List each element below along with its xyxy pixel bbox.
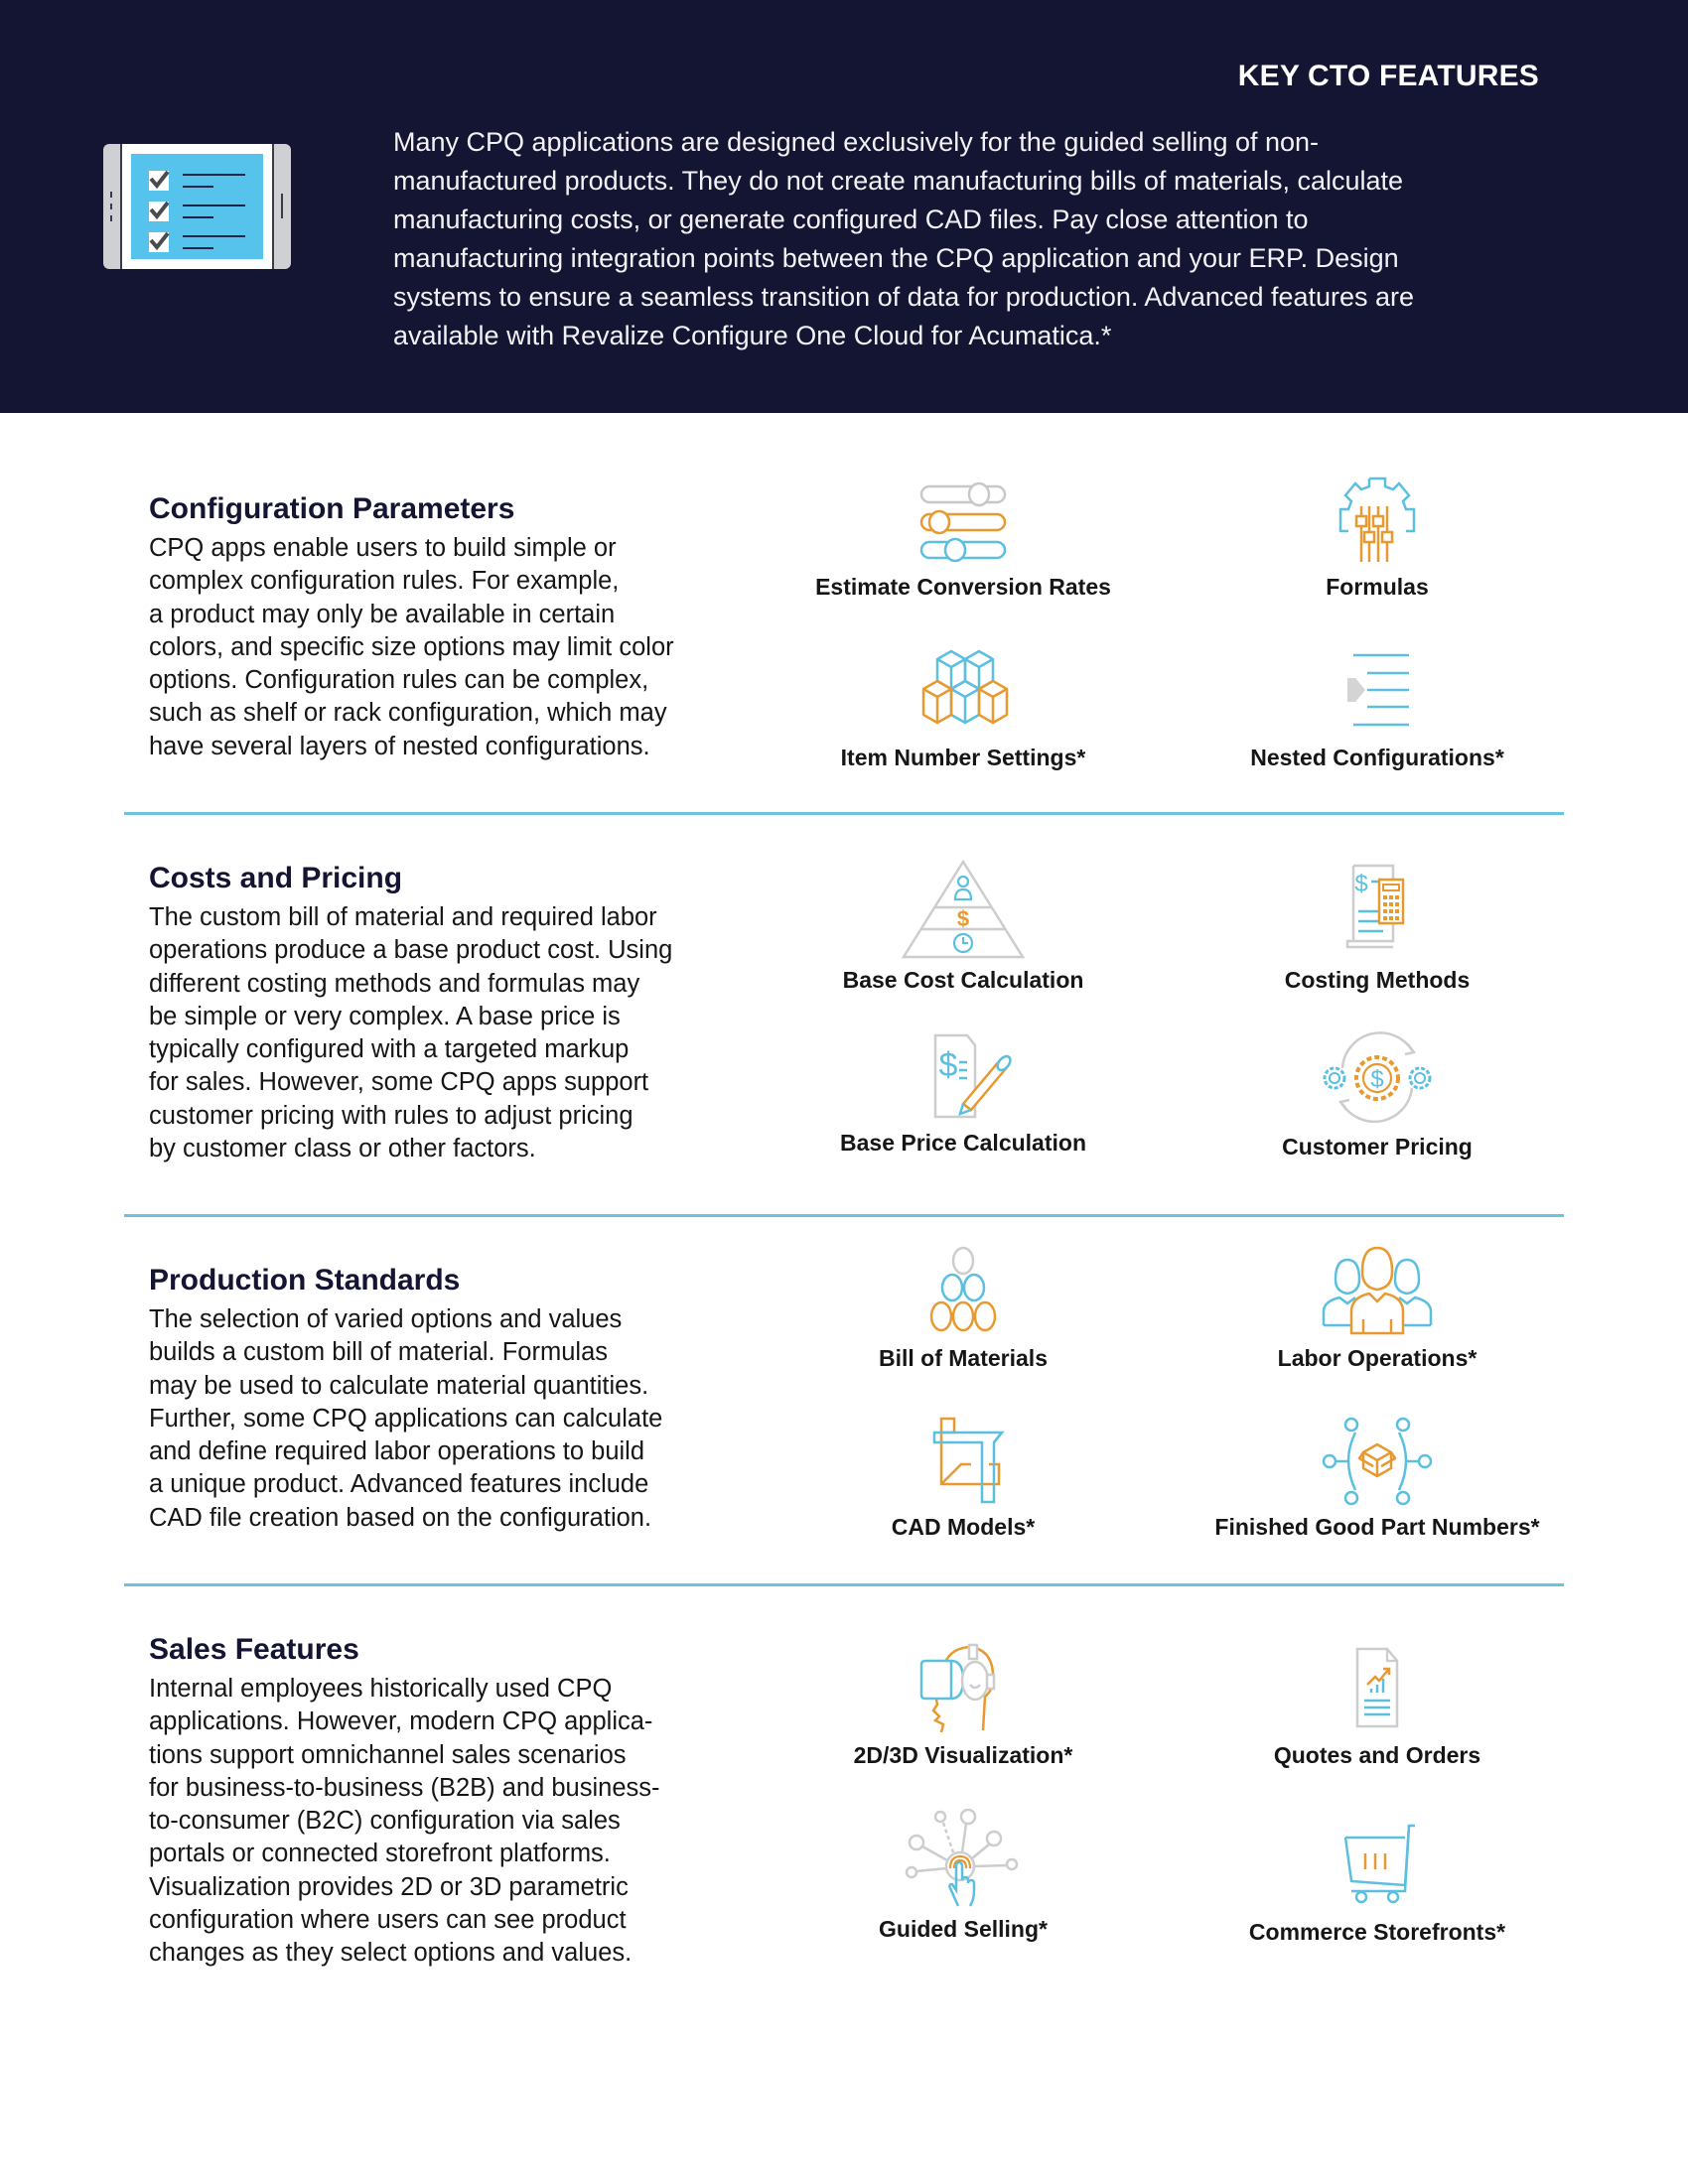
svg-text:$: $	[1354, 871, 1367, 897]
section-title: Production Standards	[149, 1264, 461, 1297]
feature-label: Bill of Materials	[879, 1345, 1048, 1371]
stacked-circles-icon	[929, 1246, 997, 1332]
feature-costing-methods: $ Costing Methods	[1169, 860, 1586, 994]
cad-shapes-icon	[932, 1417, 1005, 1504]
section-divider	[124, 1214, 1564, 1217]
document-pencil-icon: $	[933, 1033, 1012, 1119]
feature-label: Formulas	[1326, 574, 1429, 600]
feature-cad-models: CAD Models*	[755, 1417, 1172, 1541]
intro-paragraph: Many CPQ applications are designed exclu…	[393, 127, 1415, 350]
section-divider	[124, 812, 1564, 815]
vr-headset-icon	[919, 1643, 996, 1733]
feature-label: Item Number Settings*	[840, 745, 1086, 770]
feature-nested-configurations: Nested Configurations*	[1169, 647, 1586, 771]
feature-finished-good-part-numbers: Finished Good Part Numbers*	[1169, 1417, 1586, 1541]
people-group-icon	[1322, 1246, 1433, 1335]
feature-labor-operations: Labor Operations*	[1169, 1246, 1586, 1372]
tablet-checklist-icon	[103, 144, 291, 269]
feature-bill-of-materials: Bill of Materials	[755, 1246, 1172, 1372]
feature-commerce-storefronts: Commerce Storefronts*	[1169, 1822, 1586, 1946]
header-banner: KEY CTO FEATURES Many CPQ applications a…	[0, 0, 1688, 413]
calculator-document-icon: $	[1345, 864, 1405, 949]
feature-label: Commerce Storefronts*	[1248, 1919, 1506, 1945]
section-production-standards: Production Standards The selection of va…	[149, 1262, 705, 1535]
feature-label: CAD Models*	[891, 1514, 1036, 1540]
feature-label: Guided Selling*	[879, 1916, 1048, 1942]
feature-label: Customer Pricing	[1282, 1134, 1473, 1160]
section-body: Internal employees historically used CPQ…	[149, 1675, 660, 1968]
box-network-icon	[1322, 1417, 1433, 1506]
feature-quotes-and-orders: Quotes and Orders	[1169, 1643, 1586, 1769]
feature-label: 2D/3D Visualization*	[853, 1742, 1073, 1768]
feature-estimate-conversion-rates: Estimate Conversion Rates	[755, 477, 1172, 601]
svg-text:$: $	[1370, 1066, 1383, 1093]
feature-label: Base Price Calculation	[840, 1130, 1086, 1156]
feature-base-price-calculation: $ Base Price Calculation	[755, 1032, 1172, 1157]
gears-dollar-icon: $	[1323, 1031, 1432, 1124]
feature-label: Base Cost Calculation	[842, 967, 1084, 993]
shopping-cart-icon	[1343, 1824, 1415, 1904]
report-document-icon	[1355, 1647, 1399, 1728]
feature-guided-selling: Guided Selling*	[755, 1809, 1172, 1943]
indent-list-icon	[1347, 653, 1409, 727]
feature-label: Costing Methods	[1284, 967, 1471, 993]
feature-base-cost-calculation: $ Base Cost Calculation	[755, 860, 1172, 994]
section-title: Costs and Pricing	[149, 862, 403, 894]
section-body: The custom bill of material and required…	[149, 903, 673, 1163]
touch-network-icon	[905, 1809, 1019, 1907]
feature-formulas: Formulas	[1169, 477, 1586, 601]
section-sales-features: Sales Features Internal employees histor…	[149, 1631, 705, 1971]
feature-label: Quotes and Orders	[1273, 1742, 1481, 1768]
feature-2d-3d-visualization: 2D/3D Visualization*	[755, 1643, 1172, 1769]
pyramid-icon: $	[901, 860, 1026, 959]
section-configuration-parameters: Configuration Parameters CPQ apps enable…	[149, 490, 705, 763]
section-title: Sales Features	[149, 1633, 359, 1666]
section-costs-and-pricing: Costs and Pricing The custom bill of mat…	[149, 860, 705, 1165]
cubes-icon	[921, 649, 1009, 725]
svg-text:$: $	[939, 1046, 958, 1084]
page-title: KEY CTO FEATURES	[1237, 60, 1539, 92]
gear-sliders-icon	[1338, 477, 1416, 562]
feature-label: Nested Configurations*	[1250, 745, 1504, 770]
section-title: Configuration Parameters	[149, 492, 515, 525]
feature-label: Estimate Conversion Rates	[815, 574, 1111, 600]
section-divider	[124, 1583, 1564, 1586]
svg-text:$: $	[957, 906, 969, 931]
section-body: CPQ apps enable users to build simple or…	[149, 534, 674, 760]
feature-item-number-settings: Item Number Settings*	[755, 647, 1172, 771]
section-body: The selection of varied options and valu…	[149, 1305, 663, 1532]
feature-label: Labor Operations*	[1277, 1345, 1477, 1371]
feature-label: Finished Good Part Numbers*	[1214, 1514, 1540, 1540]
feature-customer-pricing: $ Customer Pricing	[1169, 1028, 1586, 1160]
sliders-icon	[919, 481, 1007, 563]
